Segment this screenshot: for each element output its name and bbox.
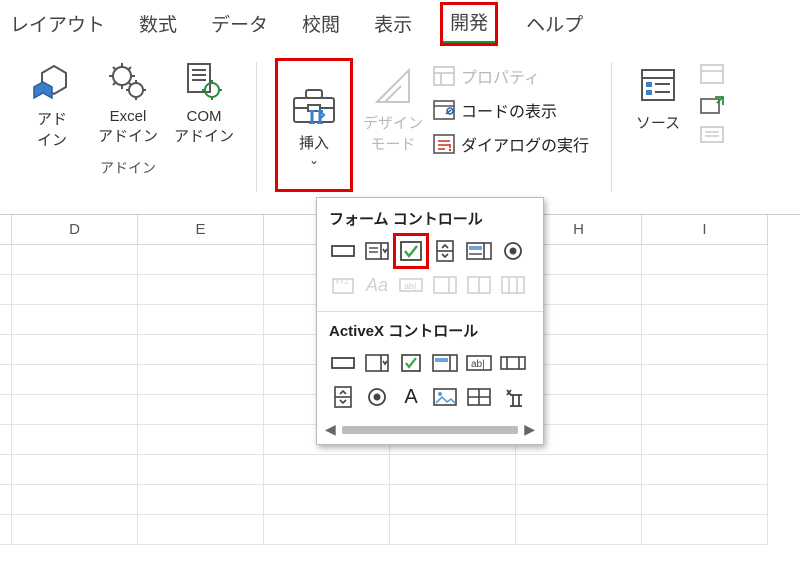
svg-text:ab|: ab| <box>471 359 485 370</box>
design-mode-icon <box>371 64 415 108</box>
ax-scrollbar-icon[interactable] <box>497 347 529 379</box>
run-dialog-label: ダイアログの実行 <box>461 132 589 156</box>
ribbon-tabs: レイアウト 数式 データ 校閲 表示 開発 ヘルプ <box>0 0 800 50</box>
view-code-label: コードの表示 <box>461 98 557 122</box>
run-dialog-button[interactable]: ダイアログの実行 <box>433 132 589 156</box>
com-addins-label: COM アドイン <box>174 108 234 146</box>
form-scrollbar-icon <box>463 269 495 301</box>
dropdown-scrollbar[interactable]: ◀ ▶ <box>317 419 543 440</box>
properties-button: プロパティ <box>433 64 589 88</box>
xml-refresh-icon <box>700 124 724 144</box>
ax-label-icon[interactable]: A <box>395 381 427 413</box>
separator <box>256 62 257 192</box>
form-textfield-icon: ab| <box>395 269 427 301</box>
svg-text:XYZ: XYZ <box>335 279 349 286</box>
form-combo-icon[interactable] <box>361 235 393 267</box>
form-listbox-icon[interactable] <box>463 235 495 267</box>
form-controls-grid: XYZ Aa ab| <box>317 235 543 307</box>
tab-review[interactable]: 校閲 <box>298 6 344 43</box>
form-groupbox-icon: XYZ <box>327 269 359 301</box>
addins-icon <box>30 60 74 104</box>
addins-label: アド イン <box>37 108 67 150</box>
ribbon: アド イン Excel アドイン <box>0 50 800 215</box>
scroll-right-icon[interactable]: ▶ <box>524 421 535 438</box>
tab-formulas[interactable]: 数式 <box>135 6 181 43</box>
ax-image-icon[interactable] <box>429 381 461 413</box>
col-header-d[interactable]: D <box>12 215 138 245</box>
form-controls-title: フォーム コントロール <box>317 204 543 235</box>
insert-controls-dropdown: フォーム コントロール XYZ Aa ab| ActiveX コントロール ab… <box>316 197 544 445</box>
excel-addins-label: Excel アドイン <box>98 108 158 146</box>
source-button[interactable]: ソース <box>622 60 694 137</box>
ax-combo-icon[interactable] <box>361 347 393 379</box>
com-addins-button[interactable]: COM アドイン <box>168 56 240 154</box>
scroll-track[interactable] <box>342 426 518 434</box>
svg-text:ab|: ab| <box>404 281 416 291</box>
source-label: ソース <box>636 112 680 133</box>
tab-view[interactable]: 表示 <box>370 6 416 43</box>
xml-map-icon <box>700 64 724 84</box>
ax-option-icon[interactable] <box>361 381 393 413</box>
scroll-left-icon[interactable]: ◀ <box>325 421 336 438</box>
com-addins-icon <box>182 60 226 104</box>
gear-addins-icon <box>106 60 150 104</box>
design-mode-label: デザイン モード <box>363 112 423 154</box>
tab-developer[interactable]: 開発 <box>442 4 496 44</box>
addins-button[interactable]: アド イン <box>16 56 88 154</box>
view-code-button[interactable]: コードの表示 <box>433 98 589 122</box>
insert-control-button[interactable]: 挿入 ⌄ <box>277 60 351 190</box>
xml-expand-icon <box>700 94 724 114</box>
insert-label: 挿入 <box>299 132 329 153</box>
insert-button-highlight: 挿入 ⌄ <box>277 60 351 190</box>
xml-extra-column <box>694 56 724 144</box>
design-mode-button: デザイン モード <box>357 60 429 158</box>
ax-spinner-icon[interactable] <box>327 381 359 413</box>
tab-layout[interactable]: レイアウト <box>6 6 109 43</box>
chevron-down-icon: ⌄ <box>309 153 319 167</box>
separator <box>611 62 612 192</box>
group-addins-label: アドイン <box>100 158 156 178</box>
properties-label: プロパティ <box>461 64 540 88</box>
ax-checkbox-icon[interactable] <box>395 347 427 379</box>
excel-addins-button[interactable]: Excel アドイン <box>92 56 164 154</box>
form-checkbox-icon[interactable] <box>395 235 427 267</box>
form-button-icon[interactable] <box>327 235 359 267</box>
dropdown-separator <box>317 311 543 312</box>
properties-icon <box>433 66 455 86</box>
col-header-i[interactable]: I <box>642 215 768 245</box>
form-label-icon: Aa <box>361 269 393 301</box>
source-icon <box>636 64 680 108</box>
ax-listbox-icon[interactable] <box>429 347 461 379</box>
ax-toggle-icon[interactable] <box>463 381 495 413</box>
ax-more-icon[interactable] <box>497 381 529 413</box>
ax-textbox-icon[interactable]: ab| <box>463 347 495 379</box>
tab-help[interactable]: ヘルプ <box>522 6 587 43</box>
toolbox-icon <box>290 84 338 128</box>
form-combo2-icon <box>429 269 461 301</box>
tab-data[interactable]: データ <box>207 6 272 43</box>
form-spinner-icon[interactable] <box>429 235 461 267</box>
col-header-e[interactable]: E <box>138 215 264 245</box>
form-option-icon[interactable] <box>497 235 529 267</box>
activex-controls-title: ActiveX コントロール <box>317 316 543 347</box>
col-header-edge <box>0 215 12 245</box>
properties-column: プロパティ コードの表示 ダイアログの実行 <box>429 56 593 156</box>
run-dialog-icon <box>433 134 455 154</box>
view-code-icon <box>433 100 455 120</box>
form-scrollbar2-icon <box>497 269 529 301</box>
ax-button-icon[interactable] <box>327 347 359 379</box>
group-addins: アド イン Excel アドイン <box>10 56 246 178</box>
activex-controls-grid: ab| A <box>317 347 543 419</box>
